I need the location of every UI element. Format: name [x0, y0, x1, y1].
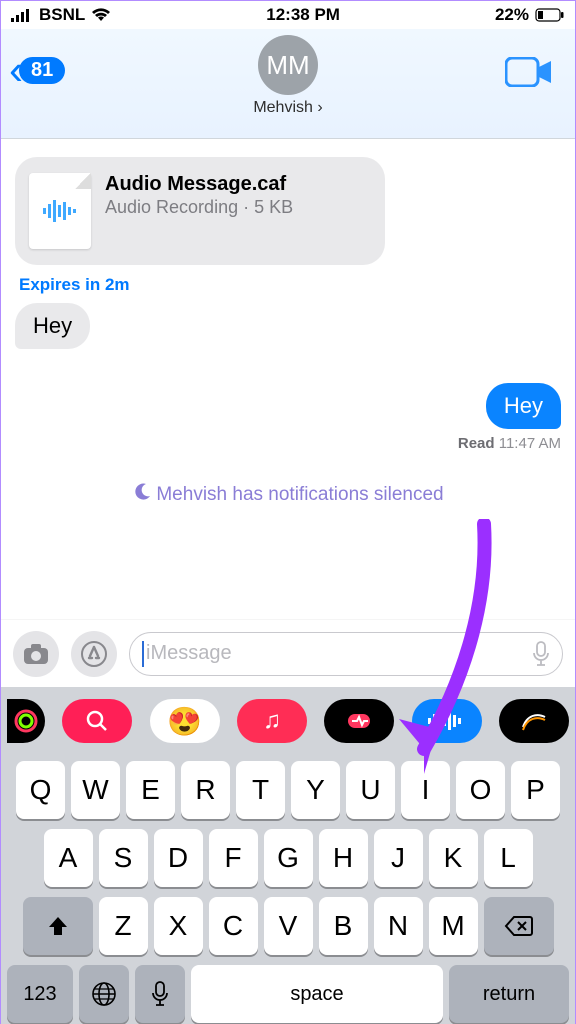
key-l[interactable]: L: [484, 829, 533, 887]
key-g[interactable]: G: [264, 829, 313, 887]
app-store-button[interactable]: [71, 631, 117, 677]
activity-icon[interactable]: [7, 699, 45, 743]
return-key[interactable]: return: [449, 965, 569, 1023]
appstore-icon: [81, 641, 107, 667]
avatar[interactable]: MM: [258, 35, 318, 95]
file-icon: [29, 173, 91, 249]
wifi-icon: [91, 8, 111, 22]
key-r[interactable]: R: [181, 761, 230, 819]
numeric-key[interactable]: 123: [7, 965, 73, 1023]
moon-icon: [132, 482, 152, 502]
key-n[interactable]: N: [374, 897, 423, 955]
key-w[interactable]: W: [71, 761, 120, 819]
globe-key[interactable]: [79, 965, 129, 1023]
key-d[interactable]: D: [154, 829, 203, 887]
dictation-inline-button[interactable]: [532, 641, 550, 667]
key-c[interactable]: C: [209, 897, 258, 955]
expires-label: Expires in 2m: [19, 275, 561, 295]
notifications-silenced: Mehvish has notifications silenced: [15, 480, 561, 506]
search-app-icon[interactable]: [62, 699, 132, 743]
back-button[interactable]: ‹ 81: [9, 49, 65, 91]
key-t[interactable]: T: [236, 761, 285, 819]
key-v[interactable]: V: [264, 897, 313, 955]
camera-icon: [23, 643, 49, 665]
key-y[interactable]: Y: [291, 761, 340, 819]
key-o[interactable]: O: [456, 761, 505, 819]
battery-icon: [535, 8, 565, 22]
fitness-icon[interactable]: [324, 699, 394, 743]
memoji-icon[interactable]: 😍: [150, 699, 220, 743]
file-subtitle: Audio Recording · 5 KB: [105, 196, 293, 219]
contact-name[interactable]: Mehvish ›: [253, 99, 322, 117]
keyboard: 😍 ♫ QWERTYUIOP ASDFGHJKL ZXCVBNM 123 spa…: [1, 687, 575, 1024]
key-b[interactable]: B: [319, 897, 368, 955]
conversation-scroll[interactable]: Audio Message.caf Audio Recording · 5 KB…: [1, 139, 575, 619]
music-icon[interactable]: ♫: [237, 699, 307, 743]
key-x[interactable]: X: [154, 897, 203, 955]
delete-key[interactable]: [484, 897, 554, 955]
key-z[interactable]: Z: [99, 897, 148, 955]
message-input[interactable]: iMessage: [129, 632, 563, 676]
globe-icon: [91, 981, 117, 1007]
placeholder: iMessage: [146, 642, 532, 665]
audio-file-bubble[interactable]: Audio Message.caf Audio Recording · 5 KB: [15, 157, 385, 265]
space-key[interactable]: space: [191, 965, 443, 1023]
outgoing-bubble[interactable]: Hey: [486, 383, 561, 429]
file-title: Audio Message.caf: [105, 173, 293, 196]
status-bar: BSNL 12:38 PM 22%: [1, 1, 575, 29]
camera-button[interactable]: [13, 631, 59, 677]
digital-touch-icon[interactable]: [499, 699, 569, 743]
unread-badge: 81: [19, 57, 65, 84]
shift-key[interactable]: [23, 897, 93, 955]
compose-bar: iMessage: [1, 619, 575, 687]
key-p[interactable]: P: [511, 761, 560, 819]
audio-wave-icon[interactable]: [412, 699, 482, 743]
clock: 12:38 PM: [266, 5, 340, 25]
key-a[interactable]: A: [44, 829, 93, 887]
conversation-header: ‹ 81 MM Mehvish ›: [1, 29, 575, 139]
key-i[interactable]: I: [401, 761, 450, 819]
key-m[interactable]: M: [429, 897, 478, 955]
key-s[interactable]: S: [99, 829, 148, 887]
key-f[interactable]: F: [209, 829, 258, 887]
shift-icon: [46, 914, 70, 938]
key-u[interactable]: U: [346, 761, 395, 819]
incoming-bubble[interactable]: Hey: [15, 303, 90, 349]
key-e[interactable]: E: [126, 761, 175, 819]
carrier-label: BSNL: [39, 5, 85, 25]
battery-pct: 22%: [495, 5, 529, 25]
key-q[interactable]: Q: [16, 761, 65, 819]
dictation-key[interactable]: [135, 965, 185, 1023]
mic-icon: [532, 641, 550, 667]
read-receipt: Read 11:47 AM: [458, 435, 561, 452]
app-strip[interactable]: 😍 ♫: [1, 691, 575, 751]
mic-icon: [151, 981, 169, 1007]
waveform-icon: [43, 200, 77, 222]
key-h[interactable]: H: [319, 829, 368, 887]
key-k[interactable]: K: [429, 829, 478, 887]
delete-icon: [504, 911, 534, 941]
signal-icon: [11, 8, 33, 22]
key-j[interactable]: J: [374, 829, 423, 887]
facetime-button[interactable]: [505, 57, 553, 87]
text-cursor: [142, 641, 144, 667]
